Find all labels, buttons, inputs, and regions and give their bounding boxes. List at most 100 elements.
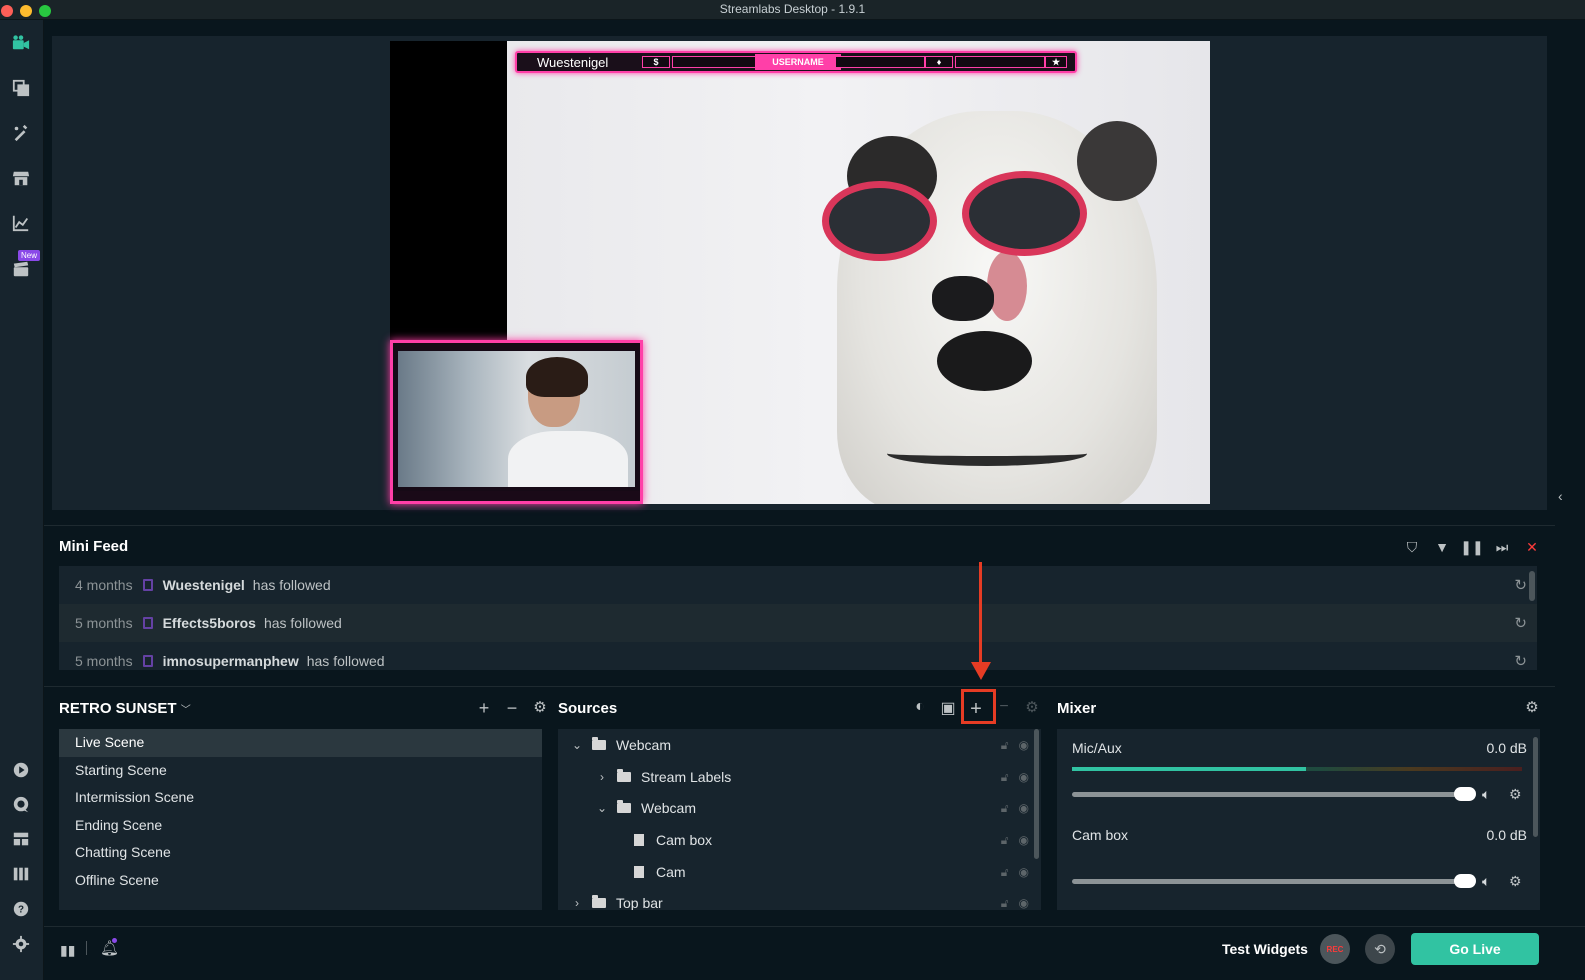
- prime-icon[interactable]: [8, 757, 34, 783]
- source-label: Top bar: [616, 895, 663, 910]
- source-label: Cam box: [656, 831, 713, 848]
- meter-fill: [1072, 767, 1306, 771]
- slider-knob[interactable]: [1454, 787, 1476, 801]
- new-badge: New: [18, 250, 41, 261]
- scene-item[interactable]: Live Scene: [59, 729, 542, 757]
- twitch-icon: [142, 617, 153, 629]
- footer-bar: ▮▮ 🔔︎ Test Widgets REC ⟲ Go Live: [44, 926, 1585, 980]
- mixer-channel: Cam box 0.0 dB 🔈︎ ⚙: [1072, 827, 1527, 902]
- chevron-down-icon[interactable]: ⌄: [595, 801, 609, 815]
- scenes-list: Live Scene Starting Scene Intermission S…: [59, 729, 542, 910]
- store-icon[interactable]: [8, 165, 34, 191]
- editor-dock: RETRO SUNSET ﹀ + − ⚙ Live Scene Starting…: [44, 686, 1555, 926]
- filter-icon[interactable]: ▼: [1433, 538, 1451, 556]
- mixer-settings-icon[interactable]: ⚙: [1522, 698, 1542, 716]
- sources-scrollbar[interactable]: [1034, 729, 1039, 859]
- speaker-icon[interactable]: 🔈︎: [1482, 873, 1490, 890]
- source-item[interactable]: Cam box 🔓︎ ◉: [558, 824, 1041, 856]
- folder-icon: [617, 800, 631, 814]
- lock-icon[interactable]: 🔓︎: [1001, 801, 1009, 816]
- go-live-button[interactable]: Go Live: [1411, 933, 1539, 965]
- chevron-left-icon[interactable]: ‹: [1558, 488, 1563, 504]
- window-titlebar: Streamlabs Desktop - 1.9.1: [0, 0, 1585, 20]
- source-item[interactable]: › Top bar 🔓︎ ◉: [558, 887, 1041, 910]
- help-icon[interactable]: ?: [8, 896, 34, 922]
- overlay-diamond-segment: ♦: [925, 56, 953, 68]
- mute-alerts-icon[interactable]: ✕: [1523, 538, 1541, 556]
- volume-meter: [1072, 767, 1522, 771]
- speaker-icon[interactable]: 🔈︎: [1482, 786, 1490, 803]
- event-time: 4 months: [75, 577, 133, 593]
- event-user: Wuestenigel: [162, 577, 245, 593]
- replay-icon[interactable]: ↻: [1514, 576, 1527, 594]
- test-widgets-button[interactable]: Test Widgets: [1222, 941, 1308, 957]
- scene-settings-icon[interactable]: ⚙: [530, 698, 550, 719]
- source-item[interactable]: Cam 🔓︎ ◉: [558, 856, 1041, 888]
- editor-icon[interactable]: [8, 120, 34, 146]
- webcam-feed: [398, 351, 635, 487]
- chevron-right-icon[interactable]: ›: [595, 770, 609, 784]
- eye-icon[interactable]: ◉: [1019, 738, 1029, 753]
- scene-collection-title[interactable]: RETRO SUNSET ﹀: [59, 700, 191, 717]
- shield-icon[interactable]: ⛉: [1403, 538, 1421, 556]
- skip-icon[interactable]: ⏭: [1493, 538, 1511, 556]
- studio-icon[interactable]: [8, 30, 34, 56]
- volume-slider[interactable]: [1072, 787, 1476, 801]
- add-scene-button[interactable]: +: [474, 698, 494, 719]
- scene-item[interactable]: Intermission Scene: [59, 784, 542, 812]
- lock-icon[interactable]: 🔓︎: [1001, 865, 1009, 880]
- chat-icon[interactable]: [8, 792, 34, 818]
- scene-item[interactable]: Starting Scene: [59, 757, 542, 785]
- twitch-icon: [142, 579, 153, 591]
- sources-tree: ⌄ Webcam 🔓︎ ◉ › Stream Labels 🔓︎ ◉ ⌄ Webca…: [558, 729, 1041, 910]
- event-action: has followed: [252, 577, 331, 593]
- slider-knob[interactable]: [1454, 874, 1476, 888]
- lock-icon[interactable]: 🔓︎: [1001, 770, 1009, 785]
- source-item[interactable]: ⌄ Webcam 🔓︎ ◉: [558, 792, 1041, 824]
- lock-icon[interactable]: 🔓︎: [1001, 833, 1009, 848]
- scene-item[interactable]: Offline Scene: [59, 867, 542, 895]
- source-item[interactable]: › Stream Labels 🔓︎ ◉: [558, 761, 1041, 793]
- channel-db: 0.0 dB: [1486, 827, 1527, 843]
- overlay-segment: [835, 56, 925, 68]
- annotation-arrow-head: [971, 662, 991, 680]
- settings-icon[interactable]: [8, 931, 34, 957]
- audio-source-icon[interactable]: ◐: [910, 698, 930, 721]
- lock-icon[interactable]: 🔓︎: [1001, 896, 1009, 910]
- gear-icon[interactable]: ⚙: [1509, 873, 1522, 890]
- chevron-down-icon[interactable]: ⌄: [570, 738, 584, 752]
- analytics-icon[interactable]: [8, 210, 34, 236]
- lock-icon[interactable]: 🔓︎: [1001, 738, 1009, 753]
- record-button[interactable]: REC: [1320, 934, 1350, 964]
- gear-icon[interactable]: ⚙: [1509, 786, 1522, 803]
- scene-item[interactable]: Chatting Scene: [59, 839, 542, 867]
- mixer-scrollbar[interactable]: [1533, 737, 1538, 837]
- channel-db: 0.0 dB: [1486, 740, 1527, 756]
- remove-source-button[interactable]: −: [994, 698, 1014, 721]
- source-settings-icon[interactable]: ⚙: [1022, 698, 1042, 721]
- eye-icon[interactable]: ◉: [1019, 865, 1029, 880]
- chevron-right-icon[interactable]: ›: [570, 896, 584, 910]
- add-folder-icon[interactable]: ▣: [938, 698, 958, 721]
- volume-slider[interactable]: [1072, 874, 1476, 888]
- overlay-username: Wuestenigel: [537, 55, 609, 70]
- remove-scene-button[interactable]: −: [502, 698, 522, 719]
- pause-icon[interactable]: ❚❚: [1460, 538, 1483, 556]
- notification-dot: [112, 938, 117, 943]
- event-time: 5 months: [75, 653, 133, 669]
- scene-item[interactable]: Ending Scene: [59, 812, 542, 840]
- layout-icon[interactable]: [8, 826, 34, 852]
- columns-icon[interactable]: [8, 861, 34, 887]
- themes-icon[interactable]: [8, 75, 34, 101]
- eye-icon[interactable]: ◉: [1019, 833, 1029, 848]
- mini-feed-scrollbar[interactable]: [1529, 571, 1535, 601]
- replay-icon[interactable]: ↻: [1514, 614, 1527, 632]
- eye-icon[interactable]: ◉: [1019, 801, 1029, 816]
- eye-icon[interactable]: ◉: [1019, 770, 1029, 785]
- eye-icon[interactable]: ◉: [1019, 896, 1029, 910]
- mini-feed-title: Mini Feed: [59, 538, 129, 555]
- replay-buffer-button[interactable]: ⟲: [1365, 934, 1395, 964]
- source-item[interactable]: ⌄ Webcam 🔓︎ ◉: [558, 729, 1041, 761]
- replay-icon[interactable]: ↻: [1514, 652, 1527, 670]
- stats-icon[interactable]: ▮▮: [60, 942, 75, 959]
